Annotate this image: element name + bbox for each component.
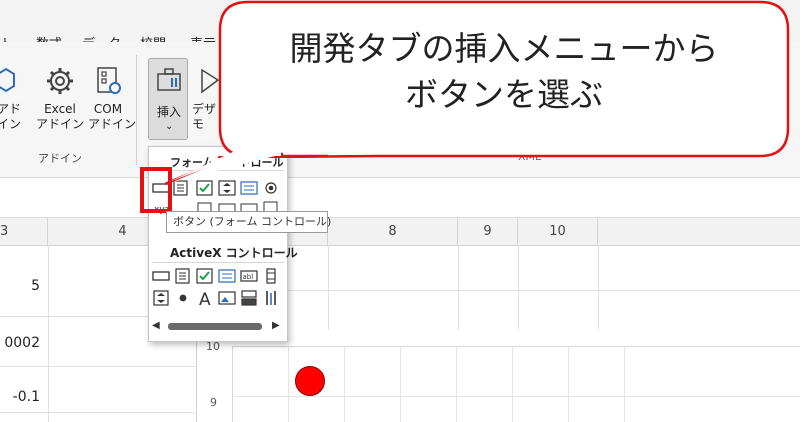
callout-line-2: ボタンを選ぶ <box>405 75 603 114</box>
addin-button-partial[interactable]: アド イン <box>0 66 22 132</box>
callout-text: 開発タブの挿入メニューから ボタンを選ぶ <box>218 26 790 118</box>
com-addin-button[interactable]: COM アドイン <box>88 66 136 132</box>
activex-controls-title: ActiveX コントロール <box>170 246 298 260</box>
grid-line <box>328 246 329 330</box>
insert-button[interactable]: 挿入 ⌄ <box>148 58 188 140</box>
column-header[interactable]: 10 <box>518 218 598 246</box>
grid-line <box>458 246 459 330</box>
grid-line <box>598 246 599 330</box>
activex-combobox-icon[interactable] <box>174 268 192 284</box>
scroll-thumb[interactable] <box>168 323 262 330</box>
com-addin-icon <box>97 67 121 94</box>
activex-checkbox-icon[interactable] <box>196 268 214 284</box>
grid-line <box>518 246 519 330</box>
activex-more-controls-icon[interactable] <box>262 290 280 306</box>
addin-icon <box>0 67 15 93</box>
addins-group-label: アドイン <box>38 152 82 165</box>
svg-text:A: A <box>199 290 211 306</box>
insert-label: 挿入 <box>157 105 182 119</box>
chevron-down-icon: ⌄ <box>165 121 174 132</box>
activex-label-icon[interactable]: A <box>196 290 214 306</box>
activex-button-icon[interactable] <box>152 268 170 284</box>
ribbon-separator <box>136 55 137 165</box>
cell-value[interactable]: -0.1 <box>0 389 40 405</box>
button-tooltip: ボタン (フォーム コントロール) <box>166 211 331 233</box>
chart-axis-label: 9 <box>210 396 217 409</box>
column-header[interactable]: 3 <box>0 218 48 246</box>
chart-marker-dot[interactable] <box>295 366 325 396</box>
activex-toggle-button-icon[interactable] <box>240 290 258 306</box>
column-header[interactable]: 9 <box>458 218 518 246</box>
activex-image-icon[interactable] <box>218 290 236 306</box>
excel-addin-label: Excel アドイン <box>36 102 85 131</box>
column-header[interactable]: 8 <box>328 218 458 246</box>
scroll-left-icon[interactable]: ◀ <box>152 320 160 331</box>
dropdown-scrollbar[interactable]: ◀ ▶ <box>152 318 284 336</box>
gear-icon <box>47 68 73 94</box>
cell-value[interactable]: 5 <box>0 278 40 294</box>
callout-line-1: 開発タブの挿入メニューから <box>289 29 719 68</box>
excel-addin-button[interactable]: Excel アドイン <box>36 66 84 132</box>
activex-option-button-icon[interactable] <box>174 290 192 306</box>
column-header-blank[interactable] <box>598 218 800 246</box>
design-mode-button[interactable]: デザ モ <box>192 66 220 132</box>
activex-scrollbar-icon[interactable] <box>262 268 280 284</box>
scroll-right-icon[interactable]: ▶ <box>272 320 280 331</box>
design-mode-label: デザ モ <box>192 102 217 131</box>
grid-line <box>0 412 195 413</box>
activex-listbox-icon[interactable] <box>218 268 236 284</box>
activex-textbox-icon[interactable]: abl <box>240 268 258 284</box>
divider <box>152 262 284 263</box>
svg-text:abl: abl <box>243 273 254 281</box>
grid-line <box>0 366 195 367</box>
cell-value[interactable]: 0002 <box>0 335 40 351</box>
addin-label: アド イン <box>0 102 21 131</box>
grid-line <box>48 246 49 422</box>
callout-pointer <box>165 150 283 186</box>
toolbox-icon <box>157 68 181 91</box>
formula-bar[interactable] <box>0 178 800 218</box>
activex-spinner-icon[interactable] <box>152 290 170 306</box>
